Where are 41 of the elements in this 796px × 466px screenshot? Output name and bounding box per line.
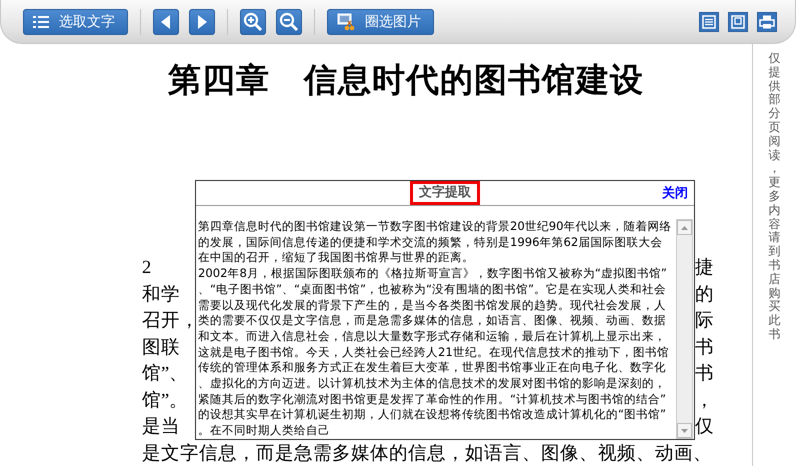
down-arrow-icon: [681, 428, 688, 432]
up-arrow-icon: [681, 226, 688, 230]
page-text-fragment: 召开，: [142, 310, 199, 331]
select-image-button[interactable]: 圈选图片: [327, 8, 434, 34]
scrollbar[interactable]: [676, 219, 693, 439]
select-text-button[interactable]: 选取文字: [23, 8, 128, 34]
text-view-button[interactable]: [699, 12, 719, 32]
page-text-fragment: 际: [695, 310, 714, 333]
print-button[interactable]: [757, 12, 777, 32]
zoom-out-button[interactable]: [276, 8, 302, 34]
notice-text: 仅提供部分页阅读，更多内容请到书店购买此书: [768, 52, 780, 343]
right-triangle-icon: [197, 14, 207, 28]
page-text-fragment: 2: [142, 257, 152, 280]
extracted-text[interactable]: 第四章信息时代的图书馆建设第一节数字图书馆建设的背景20世纪90年代以来，随着网络的发展，国际间信息传递的便捷和学术交流的频繁，特别是1996年第62届国际图联大会在中国的召开，缩短了我国图书馆界与世界的距离。 2002年8月，根据国际图联颁布的《格拉斯哥宣言》，数字图书馆又被称为“虚拟图书馆”、“电子图书馆”、“桌面图书馆”，也被称为“没有围墙的图书馆”。它是在实现人类和社会需要以及现代化发展的背景下产生的，是当今各类图书馆发展的趋势。现代社会发展，人类的需要不仅仅是文字信息，而是急需多媒体的信息，如语言、图像、视频、动画、数据和文本。而进入信息社会，信息以大量数字形式存储和运输，最后在计算机上显示出来，这就是电子图书馆。今天，人类社会已经跨人21世纪。在现代信息技术的推动下，图书馆传统的管理体系和服务方式正在发生着巨大变革，世界图书馆事业正在向电子化、数字化、虚拟化的方向迈进。以计算机技术为主体的信息技术的发展对图书馆的影响是深刻的，紧随其后的数字化潮流对图书馆更是发挥了革命性的作用。“计算机技术与图书馆的结合”的设想其实早在计算机诞生初期，人们就在设想将传统图书馆改造成计算机化的“图书馆”。在不同时期人类给自己: [198, 219, 674, 439]
close-link[interactable]: 关闭: [662, 184, 688, 202]
list-icon: [33, 14, 49, 28]
zoom-in-button[interactable]: [240, 8, 266, 34]
left-triangle-icon: [161, 14, 171, 28]
next-page-button[interactable]: [189, 8, 215, 34]
page-text-fragment: 是当: [142, 416, 180, 439]
page-text-fragment: ，: [695, 390, 714, 412]
text-lines-icon: [702, 14, 716, 28]
page-text-fragment: 图联: [142, 336, 180, 360]
printer-icon: [759, 14, 775, 28]
page-text-fragment: 仅: [695, 416, 714, 439]
dialog-title: 文字提取: [410, 181, 480, 205]
page-text-fragment: 书: [695, 362, 714, 386]
zoom-in-icon: [243, 12, 263, 32]
zoom-out-icon: [279, 12, 299, 32]
page-text-fragment: 捷: [695, 256, 714, 280]
page-text-fragment: 的: [695, 284, 714, 306]
page-text-fragment: 馆”。: [142, 390, 188, 412]
page-text-fragment: 馆”、: [142, 362, 188, 386]
previous-page-button[interactable]: [153, 8, 179, 34]
page-text-line: 是文字信息，而是急需多媒体的信息，如语言、图像、视频、动画、: [142, 442, 712, 466]
page-text-fragment: 和学: [142, 284, 180, 306]
page-icon: [731, 14, 745, 28]
image-scissors-icon: [337, 12, 355, 30]
page-text-fragment: 书: [695, 336, 714, 360]
page-view-button[interactable]: [728, 12, 748, 32]
chapter-title: 第四章 信息时代的图书馆建设: [167, 62, 645, 101]
